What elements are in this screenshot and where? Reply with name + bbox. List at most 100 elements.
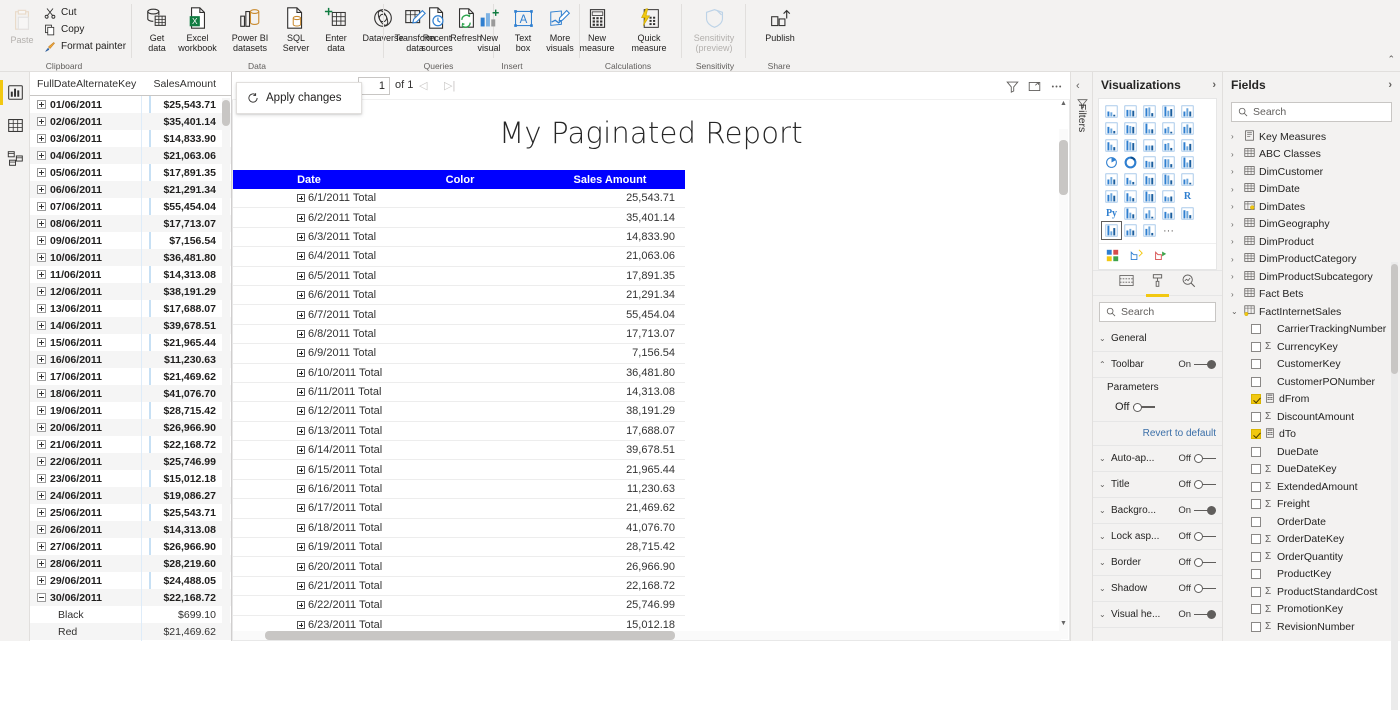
expand-icon[interactable] <box>297 271 305 280</box>
table-row[interactable]: 05/06/2011 $17,891.35 <box>30 164 231 181</box>
field-table-key-measures[interactable]: › Key Measures <box>1223 128 1400 146</box>
new-visual-button[interactable]: New visual <box>470 2 508 56</box>
toggle-switch[interactable] <box>1194 532 1216 542</box>
chevron-right-icon[interactable]: › <box>1231 255 1240 264</box>
line-stacked-column-icon[interactable] <box>1178 120 1197 137</box>
chevron-right-icon[interactable]: › <box>1231 237 1240 246</box>
field-checkbox[interactable] <box>1251 499 1261 510</box>
expand-icon[interactable] <box>297 349 305 358</box>
field-column-productkey[interactable]: ProductKey <box>1223 566 1400 584</box>
expand-icon[interactable] <box>37 253 46 262</box>
expand-icon[interactable] <box>297 523 305 532</box>
tab-fields-tab[interactable] <box>1119 273 1134 294</box>
clustered-bar-chart-icon[interactable] <box>1140 103 1159 120</box>
format-option-lock-asp---[interactable]: ⌄ Lock asp... Off <box>1093 524 1222 550</box>
filter-icon[interactable] <box>1002 76 1022 96</box>
expand-icon[interactable] <box>37 474 46 483</box>
gauge-icon[interactable] <box>1140 171 1159 188</box>
format-option-toolbar[interactable]: ⌃ Toolbar On <box>1093 352 1222 378</box>
stacked-bar-chart-icon[interactable] <box>1102 103 1121 120</box>
table-row[interactable]: 19/06/2011 $28,715.42 <box>30 402 231 419</box>
clustered-column-chart-icon[interactable] <box>1159 103 1178 120</box>
expand-icon[interactable] <box>297 232 305 241</box>
multi-row-card-icon[interactable] <box>1178 171 1197 188</box>
expand-icon[interactable] <box>37 423 46 432</box>
expand-icon[interactable] <box>37 117 46 126</box>
toggle-switch[interactable] <box>1194 558 1216 568</box>
toggle-switch[interactable] <box>1194 506 1216 516</box>
table-row[interactable]: 21/06/2011 $22,168.72 <box>30 436 231 453</box>
100-stacked-bar-chart-icon[interactable] <box>1178 103 1197 120</box>
field-column-orderquantity[interactable]: Σ OrderQuantity <box>1223 548 1400 566</box>
donut-chart-icon[interactable] <box>1121 154 1140 171</box>
table-row[interactable]: 20/06/2011 $26,966.90 <box>30 419 231 436</box>
area-chart-icon[interactable] <box>1140 120 1159 137</box>
apply-changes-button[interactable]: Apply changes <box>236 82 362 114</box>
report-row[interactable]: 6/18/2011 Total 41,076.70 <box>233 519 685 539</box>
field-column-dto[interactable]: dTo <box>1223 426 1400 444</box>
chevron-down-icon[interactable]: ⌄ <box>1099 454 1111 463</box>
table-row[interactable]: 04/06/2011 $21,063.06 <box>30 147 231 164</box>
line-clustered-column-icon[interactable] <box>1102 137 1121 154</box>
list-item[interactable]: Red $21,469.62 <box>30 623 231 640</box>
expand-icon[interactable] <box>297 252 305 261</box>
report-row[interactable]: 6/22/2011 Total 25,746.99 <box>233 596 685 616</box>
collapse-filters-icon[interactable]: ‹ <box>1076 80 1080 92</box>
table-row[interactable]: 15/06/2011 $21,965.44 <box>30 334 231 351</box>
data-pane-scroll-thumb[interactable] <box>222 100 230 126</box>
publish-button[interactable]: Publish <box>754 2 806 56</box>
report-row[interactable]: 6/2/2011 Total 35,401.14 <box>233 208 685 228</box>
report-row[interactable]: 6/14/2011 Total 39,678.51 <box>233 441 685 461</box>
table-row[interactable]: 10/06/2011 $36,481.80 <box>30 249 231 266</box>
expand-icon[interactable] <box>37 185 46 194</box>
report-horizontal-thumb[interactable] <box>265 631 675 640</box>
field-column-duedate[interactable]: DueDate <box>1223 443 1400 461</box>
report-row[interactable]: 6/16/2011 Total 11,230.63 <box>233 480 685 500</box>
field-table-dimdates[interactable]: › DimDates <box>1223 198 1400 216</box>
line-chart-icon[interactable] <box>1121 120 1140 137</box>
parameters-toggle[interactable] <box>1133 402 1156 412</box>
report-row[interactable]: 6/20/2011 Total 26,966.90 <box>233 557 685 577</box>
table-row[interactable]: 27/06/2011 $26,966.90 <box>30 538 231 555</box>
expand-icon[interactable] <box>297 426 305 435</box>
format-painter-button[interactable]: Format painter <box>44 39 132 54</box>
field-checkbox[interactable] <box>1251 586 1261 597</box>
report-row[interactable]: 6/9/2011 Total 7,156.54 <box>233 344 685 364</box>
azure-map-icon[interactable] <box>1121 171 1140 188</box>
more-options-icon[interactable] <box>1046 76 1066 96</box>
expand-icon[interactable] <box>37 219 46 228</box>
new-measure-button[interactable]: New measure <box>570 2 624 56</box>
expand-icon[interactable] <box>297 543 305 552</box>
metrics-icon[interactable] <box>1121 222 1140 239</box>
python-visual-icon[interactable]: Py <box>1102 205 1121 222</box>
expand-icon[interactable] <box>297 388 305 397</box>
chevron-down-icon[interactable]: ⌄ <box>1099 480 1111 489</box>
copy-button[interactable]: Copy <box>44 22 128 37</box>
report-row[interactable]: 6/5/2011 Total 17,891.35 <box>233 267 685 286</box>
waterfall-chart-icon[interactable] <box>1140 137 1159 154</box>
expand-icon[interactable] <box>37 508 46 517</box>
transform-data-button[interactable]: Transform data <box>386 2 444 56</box>
table-row[interactable]: 09/06/2011 $7,156.54 <box>30 232 231 249</box>
focus-mode-icon[interactable] <box>1024 76 1044 96</box>
field-checkbox[interactable] <box>1251 551 1261 562</box>
field-table-factinternetsales[interactable]: ⌄ FactInternetSales <box>1223 303 1400 321</box>
stacked-column-chart-icon[interactable] <box>1121 103 1140 120</box>
toggle-switch[interactable] <box>1194 454 1216 464</box>
expand-icon[interactable] <box>37 202 46 211</box>
funnel-chart-icon[interactable] <box>1159 137 1178 154</box>
field-column-currencykey[interactable]: Σ CurrencyKey <box>1223 338 1400 356</box>
report-scroll-up[interactable]: ▲ <box>1059 100 1068 110</box>
revert-to-default-button[interactable]: Revert to default <box>1093 422 1222 446</box>
quick-measure-button[interactable]: Quick measure <box>621 2 677 56</box>
expand-icon[interactable] <box>297 329 305 338</box>
table-row[interactable]: 17/06/2011 $21,469.62 <box>30 368 231 385</box>
report-row[interactable]: 6/19/2011 Total 28,715.42 <box>233 538 685 558</box>
field-checkbox[interactable] <box>1251 446 1261 457</box>
table-row[interactable]: 23/06/2011 $15,012.18 <box>30 470 231 487</box>
expand-icon[interactable] <box>37 457 46 466</box>
expand-icon[interactable] <box>37 304 46 313</box>
more-visuals-ellipsis-icon[interactable]: ··· <box>1159 222 1178 239</box>
table-row[interactable]: 02/06/2011 $35,401.14 <box>30 113 231 130</box>
chevron-right-icon[interactable]: › <box>1231 202 1240 211</box>
